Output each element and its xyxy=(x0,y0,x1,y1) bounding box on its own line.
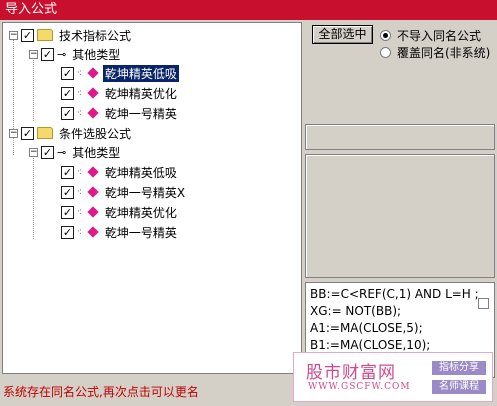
code-checkbox[interactable] xyxy=(478,298,489,309)
window-title: 导入公式 xyxy=(5,2,58,17)
checkbox[interactable]: ✓ xyxy=(61,86,74,100)
checkbox[interactable]: ✓ xyxy=(41,47,54,61)
code-line: BB:=C<REF(C,1) AND L=H ; xyxy=(310,287,479,301)
checkbox[interactable]: ✓ xyxy=(61,66,74,80)
tree-item-label: 乾坤一号精英 xyxy=(104,106,177,121)
checkbox[interactable]: ✓ xyxy=(61,165,74,179)
checkbox[interactable]: ✓ xyxy=(21,28,34,42)
radio-button[interactable] xyxy=(380,47,391,58)
tree-item-label: 乾坤精英低吸 xyxy=(102,64,179,82)
watermark-title: 股市财富网 xyxy=(306,363,396,383)
formula-tree[interactable]: − ✓ 技术指标公式 − ✓ ⊸ 其他类型 ✓ ·: 乾坤精英低吸 ✓ ·: 乾… xyxy=(2,22,302,374)
key-icon: ⊸ xyxy=(57,145,67,159)
tree-item[interactable]: ✓ ·: 乾坤精英优化 xyxy=(61,203,179,221)
tree-item-label: 乾坤精英优化 xyxy=(104,205,177,220)
tree-item-label: 乾坤精英低吸 xyxy=(104,165,177,180)
tree-item-label: 乾坤一号精英X xyxy=(104,185,186,200)
tree-item[interactable]: ✓ ·: 乾坤一号精英X xyxy=(61,183,187,201)
tree-subgroup[interactable]: − ✓ ⊸ 其他类型 xyxy=(29,143,122,161)
tree-line xyxy=(33,55,34,121)
dots-icon: ·: xyxy=(77,68,82,78)
radio-button[interactable] xyxy=(380,30,391,41)
checkbox[interactable]: ✓ xyxy=(61,205,74,219)
radio-no-import-same-name[interactable]: 不导入同名公式 xyxy=(380,27,481,44)
folder-icon xyxy=(37,127,53,139)
tree-item[interactable]: ✓ ·: 乾坤一号精英 xyxy=(61,104,179,122)
checkbox[interactable]: ✓ xyxy=(61,185,74,199)
watermark-url: WWW.GSCFW.COM xyxy=(308,382,411,392)
status-message: 系统存在同名公式,再次点击可以更名 xyxy=(3,385,199,399)
formula-gem-icon xyxy=(87,67,99,79)
tree-group-label: 条件选股公式 xyxy=(59,126,132,141)
dots-icon: ·: xyxy=(77,108,82,118)
tree-line xyxy=(13,37,14,133)
tree-item[interactable]: ✓ ·: 乾坤精英低吸 xyxy=(61,64,179,82)
dots-icon: ·: xyxy=(77,187,82,197)
select-all-button[interactable]: 全部选中 xyxy=(312,25,373,44)
checkbox[interactable]: ✓ xyxy=(41,145,54,159)
dots-icon: ·: xyxy=(77,88,82,98)
formula-gem-icon xyxy=(87,186,99,198)
dots-icon: ·: xyxy=(77,167,82,177)
formula-gem-icon xyxy=(87,87,99,99)
description-panel xyxy=(305,154,495,278)
tree-subgroup[interactable]: − ✓ ⊸ 其他类型 xyxy=(29,45,122,63)
collapse-icon[interactable]: − xyxy=(9,128,18,138)
collapse-icon[interactable]: − xyxy=(29,147,38,157)
tree-group-technical[interactable]: − ✓ 技术指标公式 xyxy=(9,26,133,44)
folder-icon xyxy=(37,29,53,41)
title-bar: 导入公式 xyxy=(0,0,497,20)
formula-gem-icon xyxy=(87,166,99,178)
tree-group-label: 技术指标公式 xyxy=(59,28,132,43)
dots-icon: ·: xyxy=(77,207,82,217)
formula-gem-icon xyxy=(87,226,99,238)
radio-label: 不导入同名公式 xyxy=(397,29,482,43)
formula-gem-icon xyxy=(87,206,99,218)
checkbox[interactable]: ✓ xyxy=(61,225,74,239)
code-line: A1:=MA(CLOSE,5); xyxy=(310,321,423,335)
tree-group-stock-screening[interactable]: − ✓ 条件选股公式 xyxy=(9,124,133,142)
collapse-icon[interactable]: − xyxy=(9,30,18,40)
tree-line xyxy=(33,153,34,239)
checkbox[interactable]: ✓ xyxy=(21,126,34,140)
radio-overwrite-same-name[interactable]: 覆盖同名(非系统) xyxy=(380,44,490,61)
watermark: 股市财富网 WWW.GSCFW.COM 指标分享 名师课程 xyxy=(293,352,493,402)
radio-label: 覆盖同名(非系统) xyxy=(397,46,491,60)
collapse-icon[interactable]: − xyxy=(29,49,38,59)
info-panel xyxy=(305,124,495,150)
tree-item-label: 乾坤精英优化 xyxy=(104,86,177,101)
code-line: XG:= NOT(BB); xyxy=(310,304,402,318)
checkbox[interactable]: ✓ xyxy=(61,106,74,120)
key-icon: ⊸ xyxy=(57,47,67,61)
watermark-tag: 名师课程 xyxy=(432,380,486,394)
dots-icon: ·: xyxy=(77,227,82,237)
tree-item[interactable]: ✓ ·: 乾坤精英优化 xyxy=(61,84,179,102)
tree-item[interactable]: ✓ ·: 乾坤一号精英 xyxy=(61,223,179,241)
tree-subgroup-label: 其他类型 xyxy=(72,145,121,160)
tree-subgroup-label: 其他类型 xyxy=(72,47,121,62)
tree-item[interactable]: ✓ ·: 乾坤精英低吸 xyxy=(61,163,179,181)
tree-item-label: 乾坤一号精英 xyxy=(104,225,177,240)
formula-gem-icon xyxy=(87,107,99,119)
watermark-tag: 指标分享 xyxy=(432,361,486,375)
